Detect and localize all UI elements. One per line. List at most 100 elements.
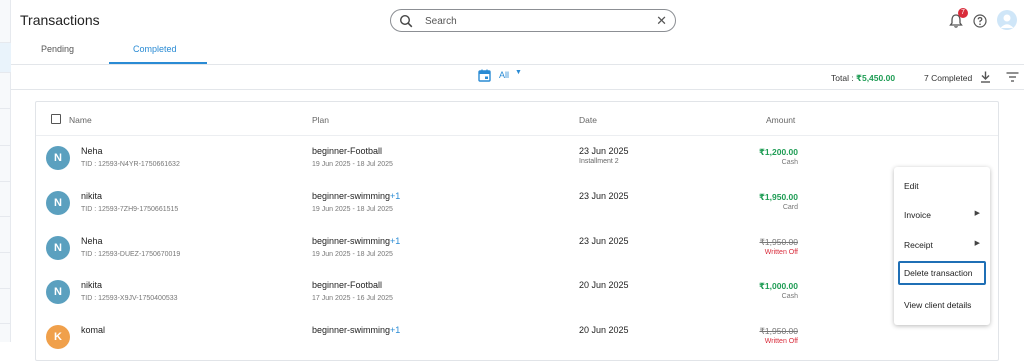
payment-method: Card bbox=[782, 204, 798, 211]
column-header-name[interactable]: Name bbox=[69, 115, 92, 125]
menu-item-label: Invoice bbox=[904, 210, 931, 220]
select-all-checkbox[interactable] bbox=[51, 114, 61, 124]
column-header-plan[interactable]: Plan bbox=[312, 115, 329, 125]
avatar: N bbox=[46, 146, 70, 170]
transaction-id: TID : 12593-N4YR-1750661632 bbox=[81, 161, 180, 168]
sidebar-selected-item[interactable] bbox=[0, 42, 11, 72]
menu-item-receipt[interactable]: Receipt ▶ bbox=[898, 233, 986, 257]
total-amount: Total : ₹5,450.00 bbox=[831, 73, 895, 84]
plan-label: beginner-swimming bbox=[312, 191, 391, 201]
transaction-date: 23 Jun 2025 bbox=[579, 146, 629, 156]
menu-item-edit[interactable]: Edit bbox=[898, 174, 986, 198]
avatar: N bbox=[46, 191, 70, 215]
search-input[interactable] bbox=[425, 13, 645, 29]
sidebar-divider bbox=[0, 323, 11, 324]
transactions-table: Name Plan Date Amount N Neha TID : 12593… bbox=[35, 101, 999, 361]
sidebar-divider bbox=[0, 72, 11, 73]
transaction-id: TID : 12593-7ZH9-1750661515 bbox=[81, 206, 179, 213]
chevron-right-icon: ▶ bbox=[974, 210, 980, 217]
plan-name: beginner-Football bbox=[312, 280, 382, 290]
menu-item-invoice[interactable]: Invoice ▶ bbox=[898, 203, 986, 227]
tab-pending[interactable]: Pending bbox=[41, 44, 74, 54]
table-row[interactable]: K komal beginner-swimming+1 20 Jun 2025 … bbox=[36, 315, 998, 360]
payment-method: Cash bbox=[781, 159, 798, 166]
search-icon bbox=[399, 14, 413, 28]
amount-value: ₹1,950.00 bbox=[759, 237, 799, 247]
amount-value: ₹1,950.00 bbox=[759, 326, 799, 336]
menu-item-delete-transaction[interactable]: Delete transaction bbox=[898, 261, 986, 285]
plan-extra[interactable]: +1 bbox=[390, 191, 400, 201]
avatar: K bbox=[46, 325, 70, 349]
chevron-down-icon[interactable]: ▼ bbox=[515, 69, 522, 76]
client-name[interactable]: Neha bbox=[81, 146, 103, 156]
client-name[interactable]: Neha bbox=[81, 236, 103, 246]
sidebar-divider bbox=[0, 216, 11, 217]
column-header-date[interactable]: Date bbox=[579, 115, 597, 125]
sidebar-edge bbox=[0, 0, 11, 342]
total-value: ₹5,450.00 bbox=[856, 73, 896, 83]
table-row[interactable]: N nikita TID : 12593-X9JV-1750400533 beg… bbox=[36, 270, 998, 315]
plan-date-range: 19 Jun 2025 - 18 Jul 2025 bbox=[312, 161, 393, 168]
client-name[interactable]: nikita bbox=[81, 280, 102, 290]
plan-name: beginner-swimming+1 bbox=[312, 191, 400, 201]
plan-name: beginner-swimming+1 bbox=[312, 325, 400, 335]
menu-item-label: Receipt bbox=[904, 240, 933, 250]
transaction-id: TID : 12593-X9JV-1750400533 bbox=[81, 295, 178, 302]
menu-item-view-client-details[interactable]: View client details bbox=[898, 293, 986, 317]
amount-value: ₹1,000.00 bbox=[758, 281, 798, 291]
sidebar-divider bbox=[0, 252, 11, 253]
transaction-id: TID : 12593-DUEZ-1750670019 bbox=[81, 251, 181, 258]
payment-method: Cash bbox=[781, 293, 798, 300]
plan-date-range: 19 Jun 2025 - 18 Jul 2025 bbox=[312, 206, 393, 213]
help-icon[interactable] bbox=[973, 14, 987, 28]
notification-badge: 7 bbox=[958, 8, 968, 18]
menu-item-label: View client details bbox=[904, 300, 972, 310]
transaction-date: 20 Jun 2025 bbox=[579, 280, 629, 290]
avatar: N bbox=[46, 280, 70, 304]
column-header-amount[interactable]: Amount bbox=[766, 115, 795, 125]
user-avatar[interactable] bbox=[997, 10, 1017, 30]
plan-label: beginner-Football bbox=[312, 280, 383, 290]
search-bar[interactable]: ✕ bbox=[390, 9, 676, 32]
menu-item-label: Edit bbox=[904, 181, 919, 191]
clear-search-icon[interactable]: ✕ bbox=[656, 13, 667, 28]
sidebar-divider bbox=[0, 181, 11, 182]
chevron-right-icon: ▶ bbox=[974, 240, 980, 247]
plan-label: beginner-swimming bbox=[312, 236, 391, 246]
total-label: Total : bbox=[831, 73, 857, 83]
menu-item-label: Delete transaction bbox=[904, 268, 973, 278]
row-actions-menu: Edit Invoice ▶ Receipt ▶ Delete transact… bbox=[894, 167, 990, 325]
table-row[interactable]: N Neha TID : 12593-N4YR-1750661632 begin… bbox=[36, 136, 998, 181]
plan-label: beginner-Football bbox=[312, 146, 383, 156]
user-icon bbox=[1000, 14, 1014, 28]
transaction-date: 20 Jun 2025 bbox=[579, 325, 629, 335]
table-row[interactable]: N Neha TID : 12593-DUEZ-1750670019 begin… bbox=[36, 226, 998, 271]
filter-icon[interactable] bbox=[1006, 72, 1019, 82]
client-name[interactable]: komal bbox=[81, 325, 105, 335]
plan-date-range: 19 Jun 2025 - 18 Jul 2025 bbox=[312, 251, 393, 258]
table-row[interactable]: N nikita TID : 12593-7ZH9-1750661515 beg… bbox=[36, 181, 998, 226]
plan-extra[interactable]: +1 bbox=[390, 236, 400, 246]
plan-extra[interactable]: +1 bbox=[390, 325, 400, 335]
plan-name: beginner-Football bbox=[312, 146, 382, 156]
client-name[interactable]: nikita bbox=[81, 191, 102, 201]
avatar: N bbox=[46, 236, 70, 260]
plan-name: beginner-swimming+1 bbox=[312, 236, 400, 246]
table-header: Name Plan Date Amount bbox=[36, 102, 998, 136]
written-off-status: Written Off bbox=[764, 249, 798, 256]
amount-value: ₹1,200.00 bbox=[758, 147, 798, 157]
calendar-icon[interactable] bbox=[478, 69, 491, 82]
page-title: Transactions bbox=[20, 12, 100, 28]
amount-value: ₹1,950.00 bbox=[758, 192, 798, 202]
tab-completed[interactable]: Completed bbox=[133, 44, 177, 54]
plan-date-range: 17 Jun 2025 - 16 Jul 2025 bbox=[312, 295, 393, 302]
date-filter-dropdown[interactable]: All bbox=[499, 70, 509, 80]
download-icon[interactable] bbox=[980, 71, 991, 83]
sidebar-divider bbox=[0, 42, 11, 43]
sidebar-divider bbox=[0, 145, 11, 146]
transaction-date: 23 Jun 2025 bbox=[579, 191, 629, 201]
plan-label: beginner-swimming bbox=[312, 325, 391, 335]
filter-bar: All ▼ Total : ₹5,450.00 7 Completed bbox=[11, 66, 1024, 90]
sidebar-divider bbox=[0, 288, 11, 289]
active-tab-indicator bbox=[109, 62, 207, 64]
